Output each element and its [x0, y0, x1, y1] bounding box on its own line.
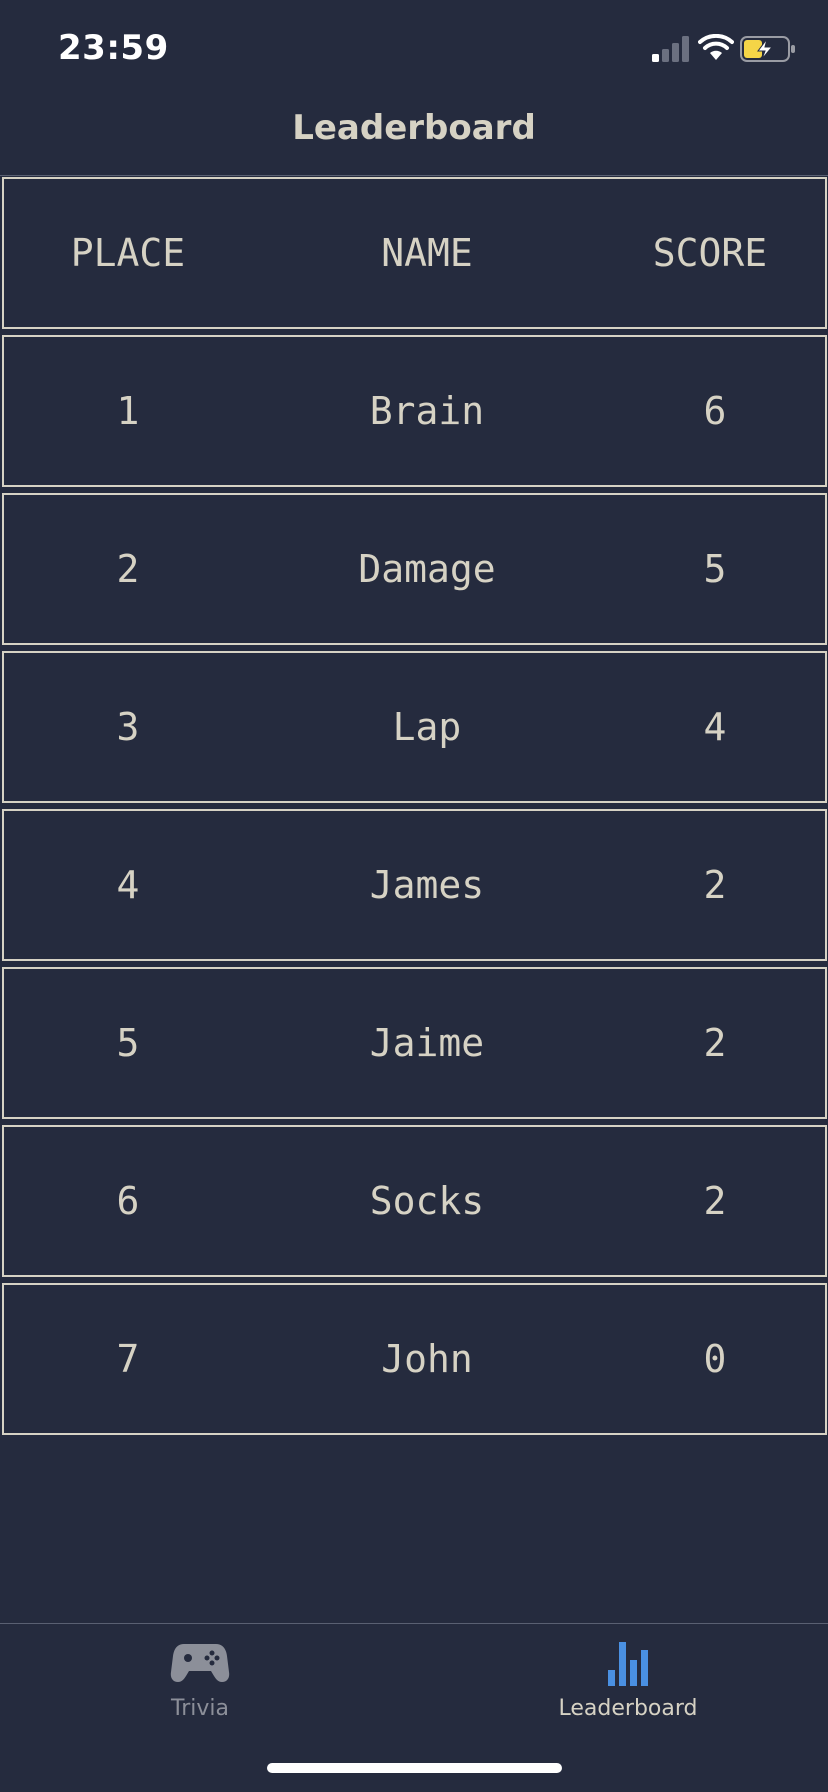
row-score: 2	[703, 1021, 727, 1065]
status-time: 23:59	[58, 28, 169, 68]
row-name: Lap	[392, 705, 462, 749]
tab-label: Leaderboard	[558, 1696, 698, 1721]
home-indicator[interactable]	[267, 1763, 562, 1773]
header-place: PLACE	[70, 231, 186, 275]
row-name: Socks	[369, 1179, 485, 1223]
row-score: 5	[703, 547, 727, 591]
bar-chart-icon	[608, 1642, 648, 1686]
table-header-row: PLACE NAME SCORE	[2, 177, 827, 329]
row-score: 2	[703, 863, 727, 907]
header-name: NAME	[381, 231, 473, 275]
leaderboard-table: PLACE NAME SCORE 1 Brain 6 2 Damage 5 3 …	[2, 177, 827, 1441]
nav-divider	[0, 175, 828, 176]
status-bar: 23:59	[0, 0, 828, 100]
row-name: Brain	[369, 389, 485, 433]
cellular-signal-icon	[652, 36, 689, 62]
table-row: 1 Brain 6	[2, 335, 827, 487]
tab-trivia[interactable]: Trivia	[0, 1624, 414, 1744]
table-row: 4 James 2	[2, 809, 827, 961]
row-place: 4	[116, 863, 140, 907]
row-place: 6	[116, 1179, 140, 1223]
row-name: Damage	[358, 547, 496, 591]
battery-charging-icon	[740, 36, 795, 62]
wifi-icon	[698, 34, 734, 60]
table-row: 2 Damage 5	[2, 493, 827, 645]
table-row: 7 John 0	[2, 1283, 827, 1435]
row-place: 2	[116, 547, 140, 591]
row-place: 7	[116, 1337, 140, 1381]
page-title: Leaderboard	[292, 108, 536, 148]
table-row: 6 Socks 2	[2, 1125, 827, 1277]
row-name: John	[381, 1337, 473, 1381]
row-place: 5	[116, 1021, 140, 1065]
row-score: 2	[703, 1179, 727, 1223]
table-row: 3 Lap 4	[2, 651, 827, 803]
row-name: Jaime	[369, 1021, 485, 1065]
row-score: 6	[703, 389, 727, 433]
row-score: 4	[703, 705, 727, 749]
header-score: SCORE	[652, 231, 768, 275]
tab-label: Trivia	[171, 1696, 229, 1721]
row-place: 3	[116, 705, 140, 749]
tab-leaderboard[interactable]: Leaderboard	[414, 1624, 828, 1744]
row-score: 0	[703, 1337, 727, 1381]
row-name: James	[369, 863, 485, 907]
row-place: 1	[116, 389, 140, 433]
table-row: 5 Jaime 2	[2, 967, 827, 1119]
gamepad-icon	[170, 1644, 230, 1682]
